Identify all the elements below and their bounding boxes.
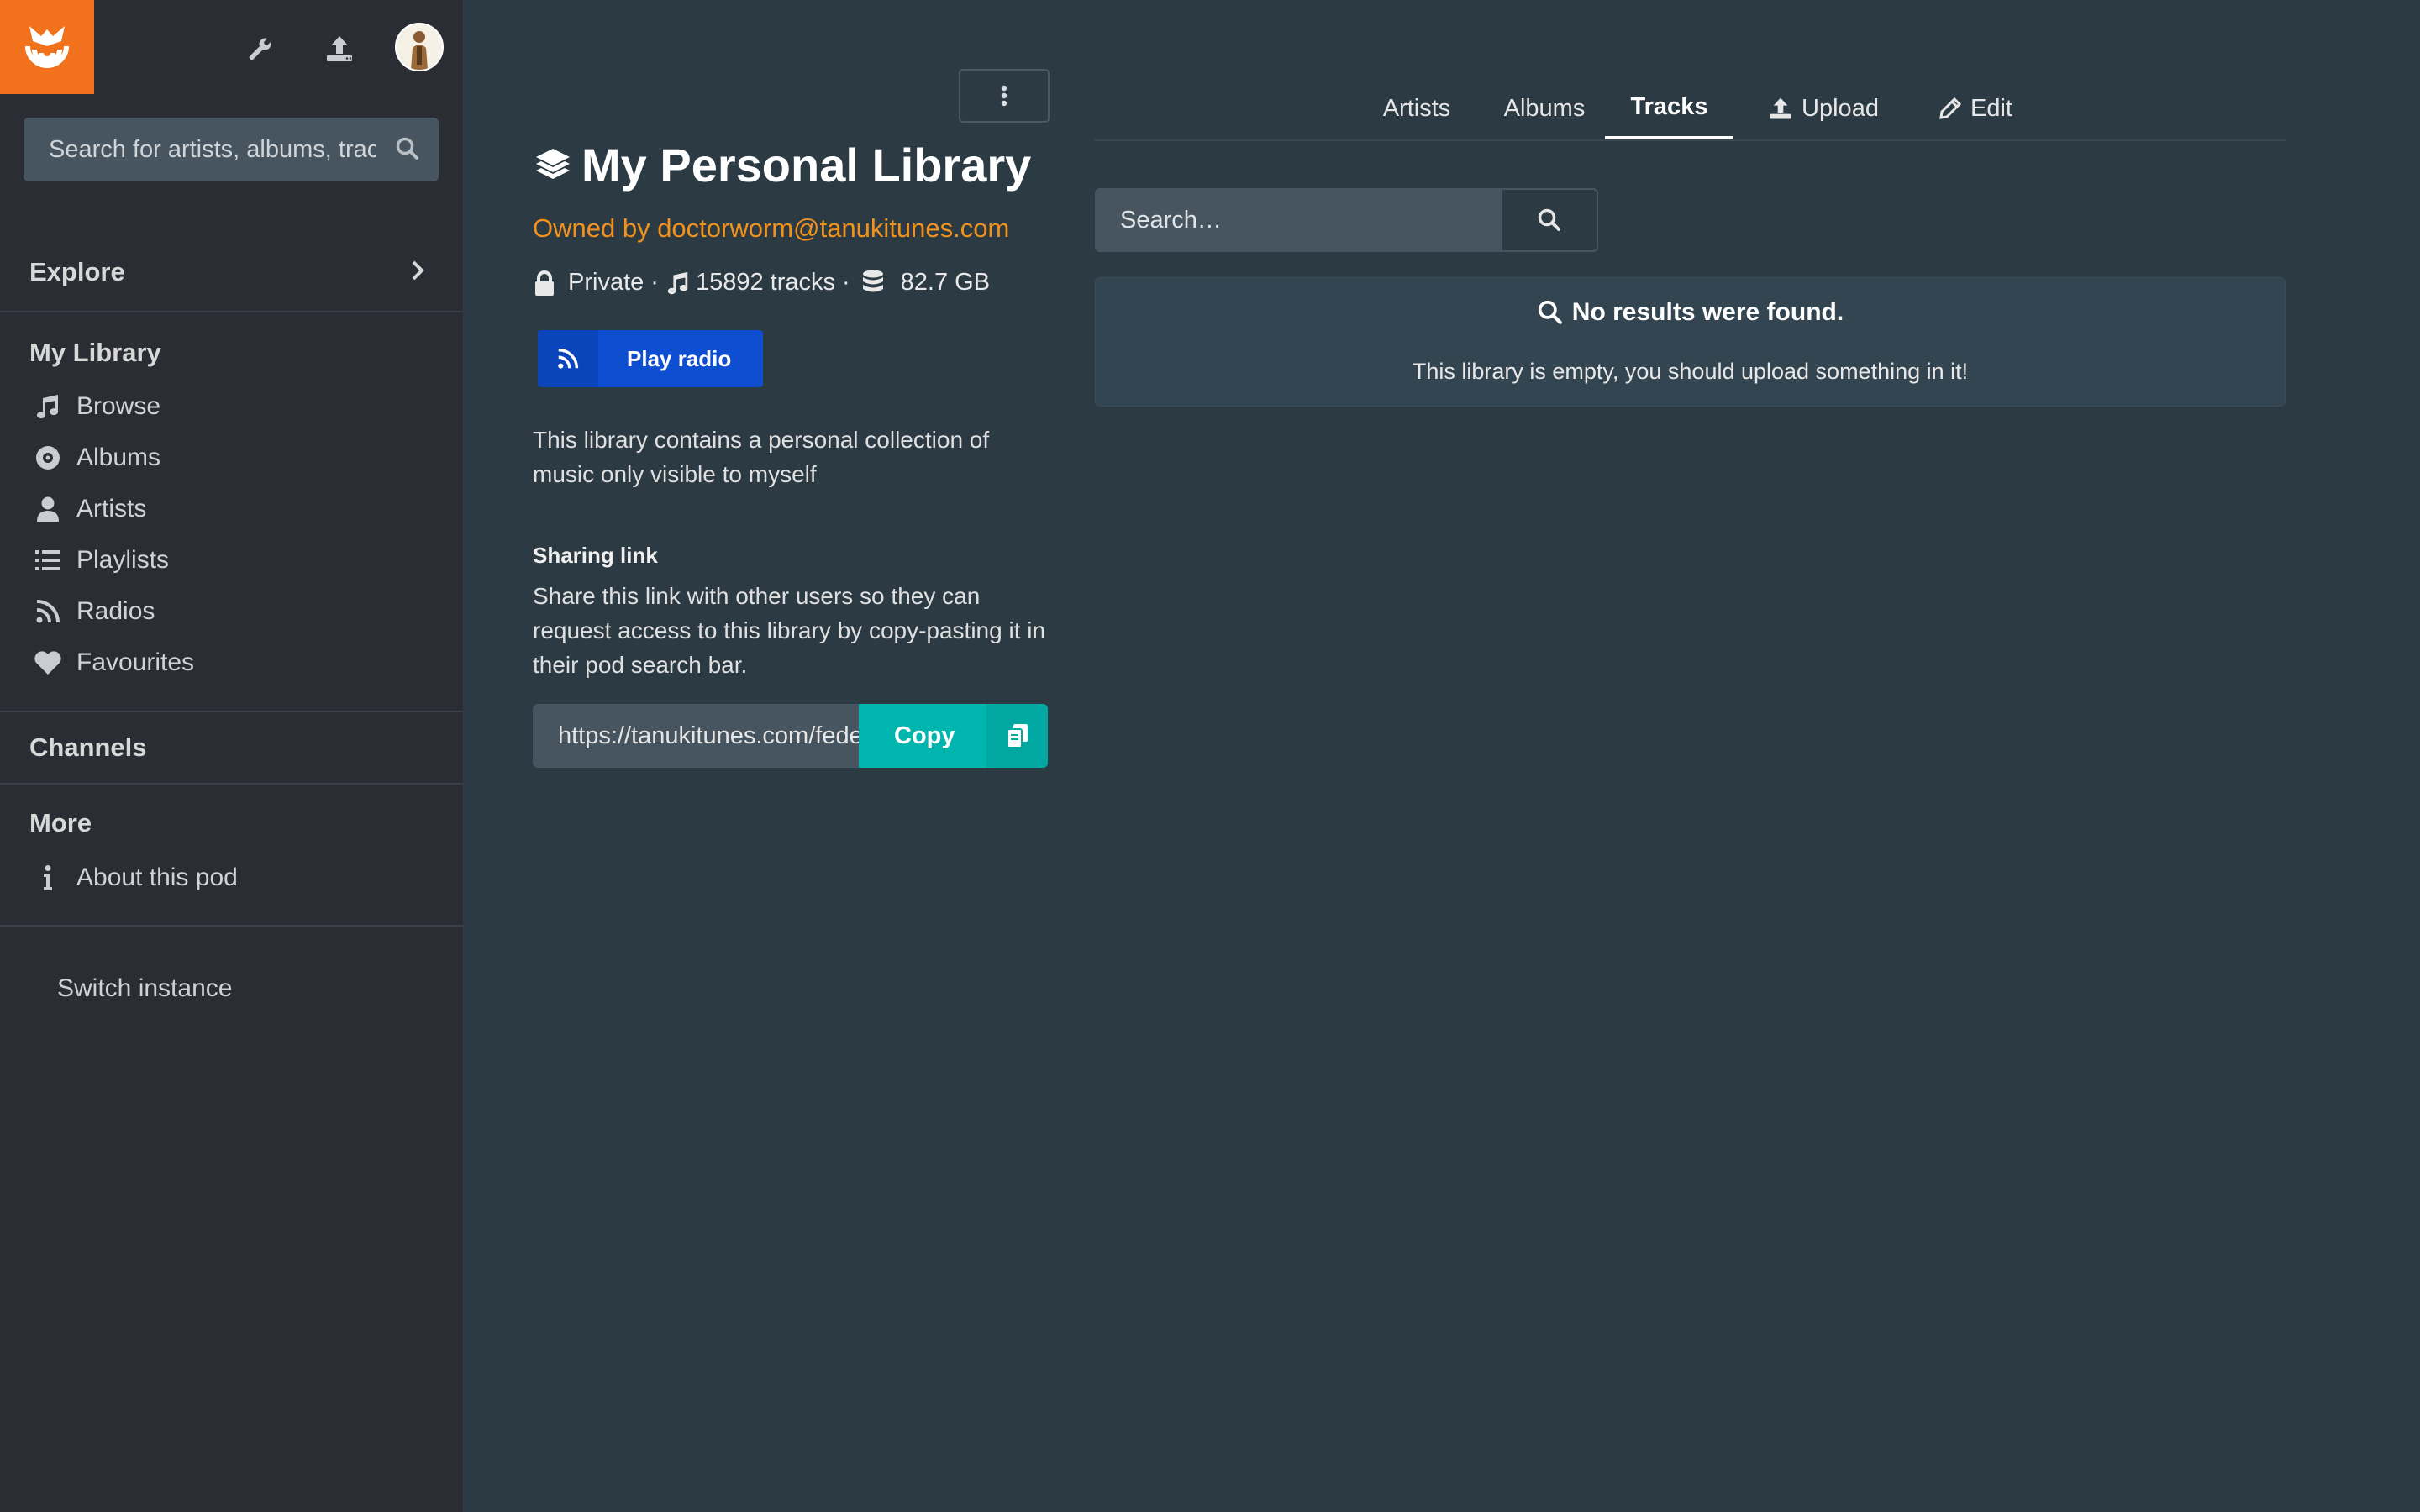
user-icon xyxy=(29,492,66,526)
tab-label: Edit xyxy=(1970,94,2012,122)
lock-icon xyxy=(533,270,556,297)
sidebar-item-label: Playlists xyxy=(76,546,170,574)
sidebar-item-label: Favourites xyxy=(76,648,195,676)
sidebar-item-label: Radios xyxy=(76,597,155,625)
library-title: My Personal Library xyxy=(581,139,1032,192)
sidebar-item-label: Albums xyxy=(76,444,161,471)
my-library-header: My Library xyxy=(29,338,161,367)
disc-icon xyxy=(29,441,66,475)
tab-upload[interactable]: Upload xyxy=(1754,77,1893,139)
tab-albums[interactable]: Albums xyxy=(1490,77,1599,139)
wrench-icon[interactable] xyxy=(237,25,284,72)
music-note-icon xyxy=(29,390,66,423)
heart-icon xyxy=(29,646,66,680)
tab-label: Tracks xyxy=(1630,92,1708,120)
library-meta: Private · 15892 tracks · 82.7 GB xyxy=(533,269,990,297)
empty-state-message: No results were found. This library is e… xyxy=(1095,277,2286,407)
pencil-icon xyxy=(1939,97,1962,120)
empty-message: This library is empty, you should upload… xyxy=(1412,359,1969,384)
sidebar-search[interactable] xyxy=(24,118,439,181)
sharing-link-input[interactable] xyxy=(533,722,860,750)
library-size: 82.7 GB xyxy=(900,269,991,296)
list-icon xyxy=(29,543,66,577)
sidebar-item-artists[interactable]: Artists xyxy=(29,487,146,531)
rss-icon xyxy=(538,330,598,387)
database-icon xyxy=(862,270,884,297)
sidebar-item-playlists[interactable]: Playlists xyxy=(29,538,169,582)
sidebar-item-browse[interactable]: Browse xyxy=(29,385,160,428)
search-icon xyxy=(1537,299,1564,326)
upload-icon xyxy=(1768,96,1793,121)
sidebar-item-label: About this pod xyxy=(76,864,238,891)
sidebar-item-radios[interactable]: Radios xyxy=(29,590,155,633)
copy-label: Copy xyxy=(894,722,955,749)
play-radio-button[interactable]: Play radio xyxy=(538,330,763,387)
track-search[interactable] xyxy=(1095,188,1501,252)
info-icon xyxy=(29,861,66,895)
funkwhale-logo[interactable] xyxy=(0,0,94,94)
library-tabs: Artists Albums Tracks Upload Edit xyxy=(1095,77,2286,141)
search-button[interactable] xyxy=(1501,188,1598,252)
library-description: This library contains a personal collect… xyxy=(533,427,990,487)
search-icon[interactable] xyxy=(395,136,420,161)
upload-icon[interactable] xyxy=(316,25,363,72)
divider xyxy=(0,783,463,785)
ellipsis-vertical-icon xyxy=(1001,85,1007,107)
logo-icon xyxy=(25,26,69,68)
copy-icon xyxy=(986,704,1048,768)
page-title: My Personal Library xyxy=(533,138,1031,192)
tab-label: Upload xyxy=(1802,94,1879,122)
more-options-button[interactable] xyxy=(959,69,1050,123)
layers-icon xyxy=(533,145,573,186)
tab-artists[interactable]: Artists xyxy=(1365,77,1468,139)
channels-header[interactable]: Channels xyxy=(29,732,147,763)
more-header: More xyxy=(29,808,92,837)
copy-button[interactable]: Copy xyxy=(859,704,1048,768)
user-avatar[interactable] xyxy=(395,23,444,71)
sidebar: Explore My Library Browse Albums Artists… xyxy=(0,0,463,1512)
track-count: 15892 tracks xyxy=(695,269,835,296)
music-note-icon xyxy=(666,270,691,297)
meta-separator: · xyxy=(650,269,659,296)
tab-edit[interactable]: Edit xyxy=(1918,77,2033,139)
sidebar-item-favourites[interactable]: Favourites xyxy=(29,641,194,685)
empty-heading: No results were found. xyxy=(1096,298,2285,327)
sharing-link-description: Share this link with other users so they… xyxy=(533,583,1046,678)
chevron-right-icon[interactable] xyxy=(408,259,427,282)
divider xyxy=(0,925,463,927)
divider xyxy=(0,711,463,712)
tab-tracks[interactable]: Tracks xyxy=(1605,77,1733,139)
privacy-label: Private xyxy=(568,269,644,296)
library-owner[interactable]: Owned by doctorworm@tanukitunes.com xyxy=(533,213,1009,244)
sidebar-item-albums[interactable]: Albums xyxy=(29,436,160,480)
sidebar-search-input[interactable] xyxy=(24,135,376,164)
explore-header[interactable]: Explore xyxy=(29,257,125,287)
tab-label: Albums xyxy=(1503,94,1586,122)
rss-icon xyxy=(29,595,66,628)
sharing-link-heading: Sharing link xyxy=(533,543,658,568)
switch-instance-link[interactable]: Switch instance xyxy=(57,974,232,1003)
meta-separator: · xyxy=(841,269,850,296)
sidebar-item-label: Browse xyxy=(76,392,161,420)
play-radio-label: Play radio xyxy=(627,345,732,371)
sidebar-item-about[interactable]: About this pod xyxy=(29,856,238,900)
empty-heading-text: No results were found. xyxy=(1571,298,1844,326)
tab-label: Artists xyxy=(1382,94,1451,122)
track-search-input[interactable] xyxy=(1095,206,1481,234)
sidebar-item-label: Artists xyxy=(76,495,147,522)
search-icon xyxy=(1537,207,1562,233)
sharing-link-field[interactable] xyxy=(533,704,860,768)
divider xyxy=(0,311,463,312)
